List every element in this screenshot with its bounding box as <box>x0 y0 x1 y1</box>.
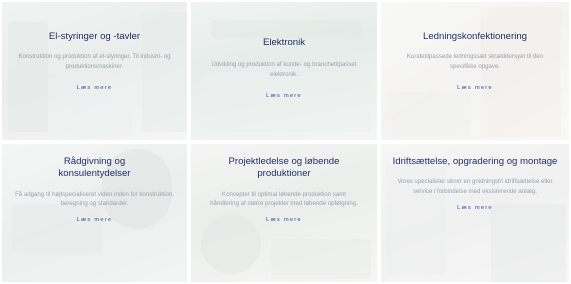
service-card-el-styringer[interactable]: El-styringer og -tavler Konstruktion og … <box>0 0 189 142</box>
card-description: Koncepter til optimal løbende produktion… <box>210 190 358 207</box>
card-title: El-styringer og -tavler <box>48 31 141 42</box>
read-more-link[interactable]: Læs mere <box>266 93 302 99</box>
service-card-raadgivning[interactable]: Rådgivning og konsulentydelser Få adgang… <box>0 142 189 284</box>
read-more-link[interactable]: Læs mere <box>266 217 302 223</box>
card-description: Kundetilpassede ledningssæt skræddersyet… <box>406 53 544 70</box>
card-title: Ledningskonfektionering <box>422 31 527 42</box>
read-more-link[interactable]: Læs mere <box>457 205 493 211</box>
service-card-idriftsaettelse[interactable]: Idriftsættelse, opgradering og montage V… <box>379 142 571 284</box>
card-description: Få adgang til højtspecialiseret viden in… <box>15 190 174 207</box>
card-description: Udvikling og produktion af kunde- og bra… <box>211 61 357 78</box>
read-more-link[interactable]: Læs mere <box>457 85 493 91</box>
card-title: Rådgivning og konsulentydelser <box>58 156 131 180</box>
read-more-link[interactable]: Læs mere <box>77 85 113 91</box>
card-description: Vores specialister sikrer en gnidningsfr… <box>397 178 553 195</box>
services-grid: El-styringer og -tavler Konstruktion og … <box>0 0 571 284</box>
service-card-projektledelse[interactable]: Projektledelse og løbende produktioner K… <box>189 142 379 284</box>
service-card-ledningskonfektionering[interactable]: Ledningskonfektionering Kundetilpassede … <box>379 0 571 142</box>
read-more-link[interactable]: Læs mere <box>77 217 113 223</box>
card-title: Projektledelse og løbende produktioner <box>228 156 340 180</box>
card-title: Idriftsættelse, opgradering og montage <box>392 156 558 167</box>
card-description: Konstruktion og produktion af el-styring… <box>18 53 171 70</box>
card-title: Elektronik <box>262 37 306 48</box>
service-card-elektronik[interactable]: Elektronik Udvikling og produktion af ku… <box>189 0 379 142</box>
